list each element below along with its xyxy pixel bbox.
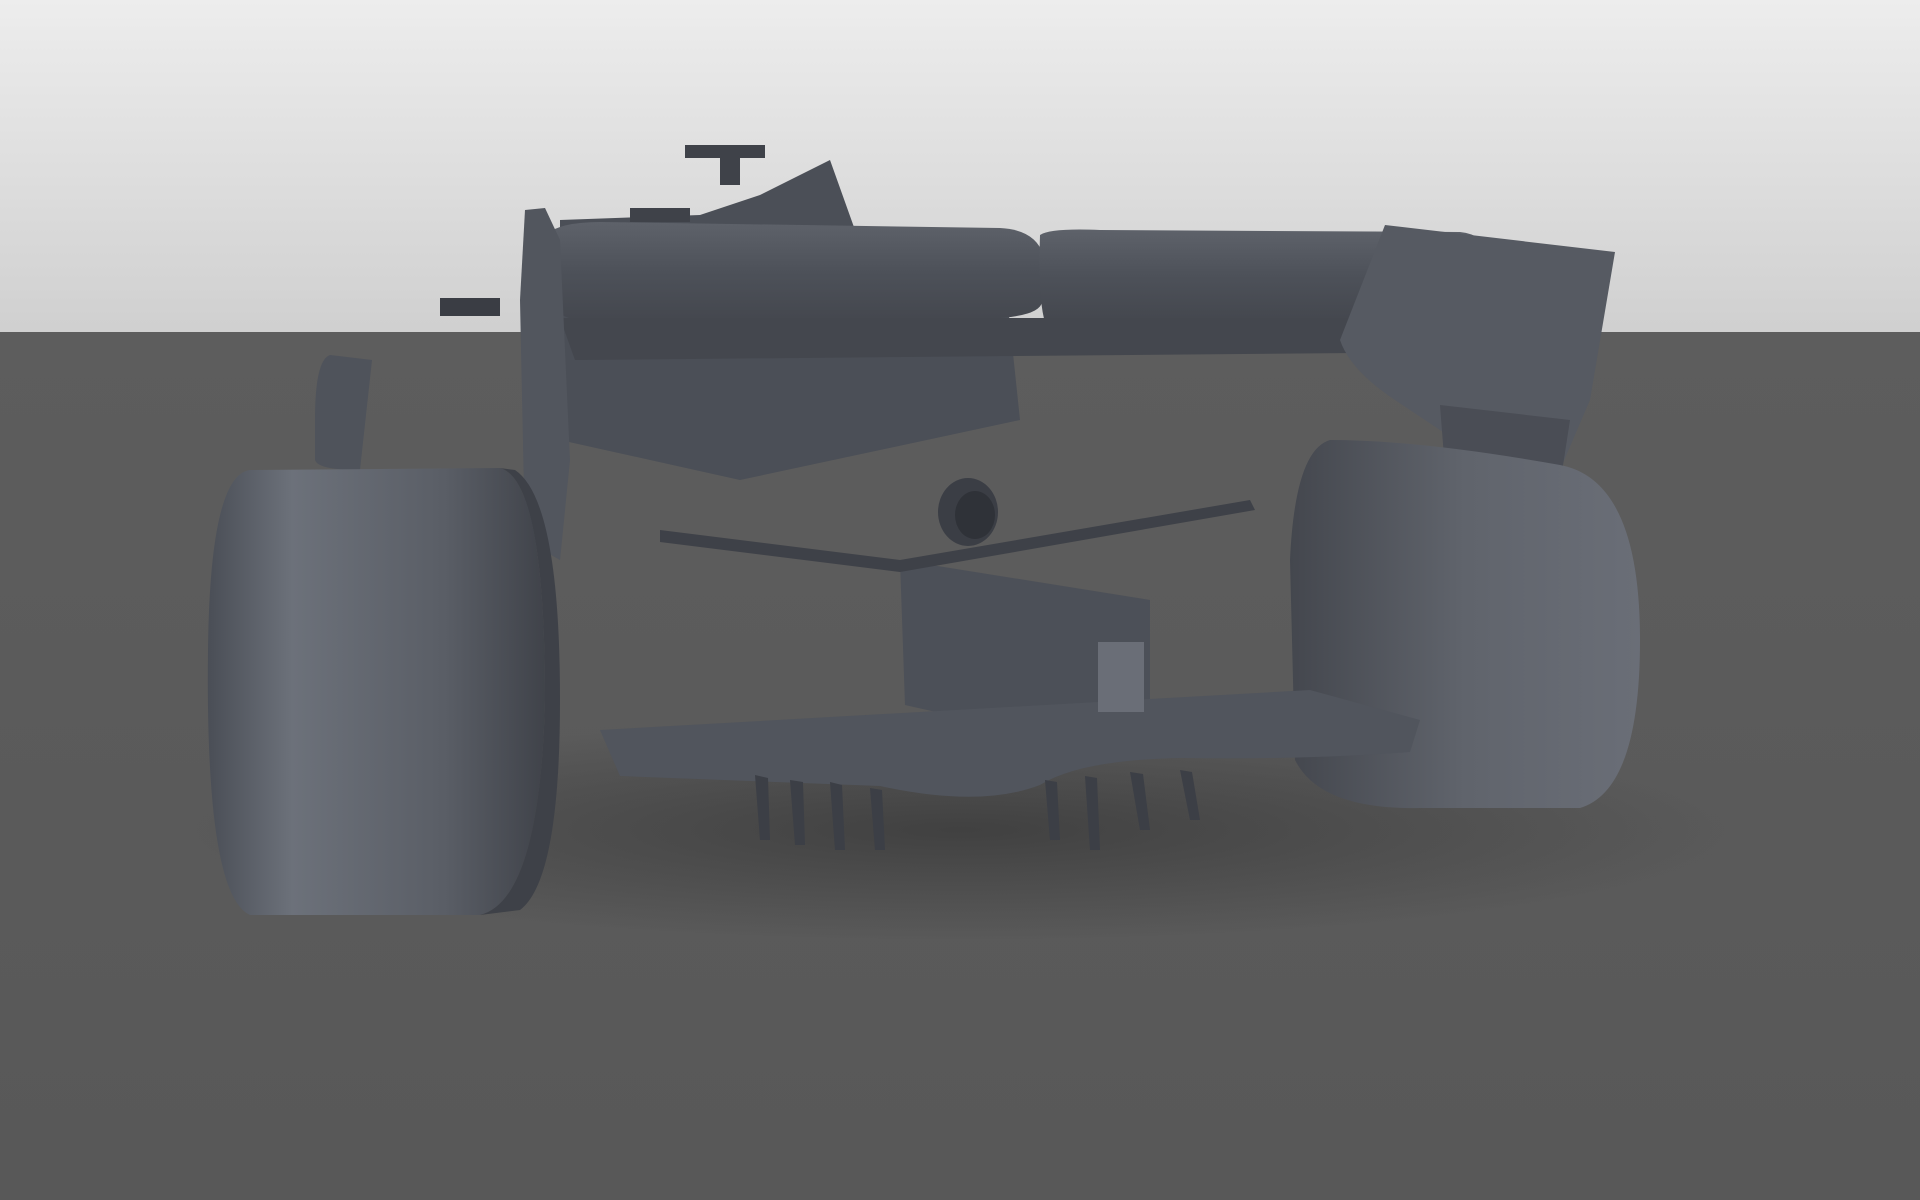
left-rear-tyre: [207, 468, 545, 915]
render-viewport: [0, 0, 1920, 1200]
mirror-left: [440, 298, 500, 316]
camera-pod: [630, 208, 690, 222]
exhaust-inner: [955, 491, 995, 539]
car-render: [0, 0, 1920, 1200]
rear-wing-upper: [545, 222, 1045, 322]
rear-light: [1098, 642, 1144, 712]
